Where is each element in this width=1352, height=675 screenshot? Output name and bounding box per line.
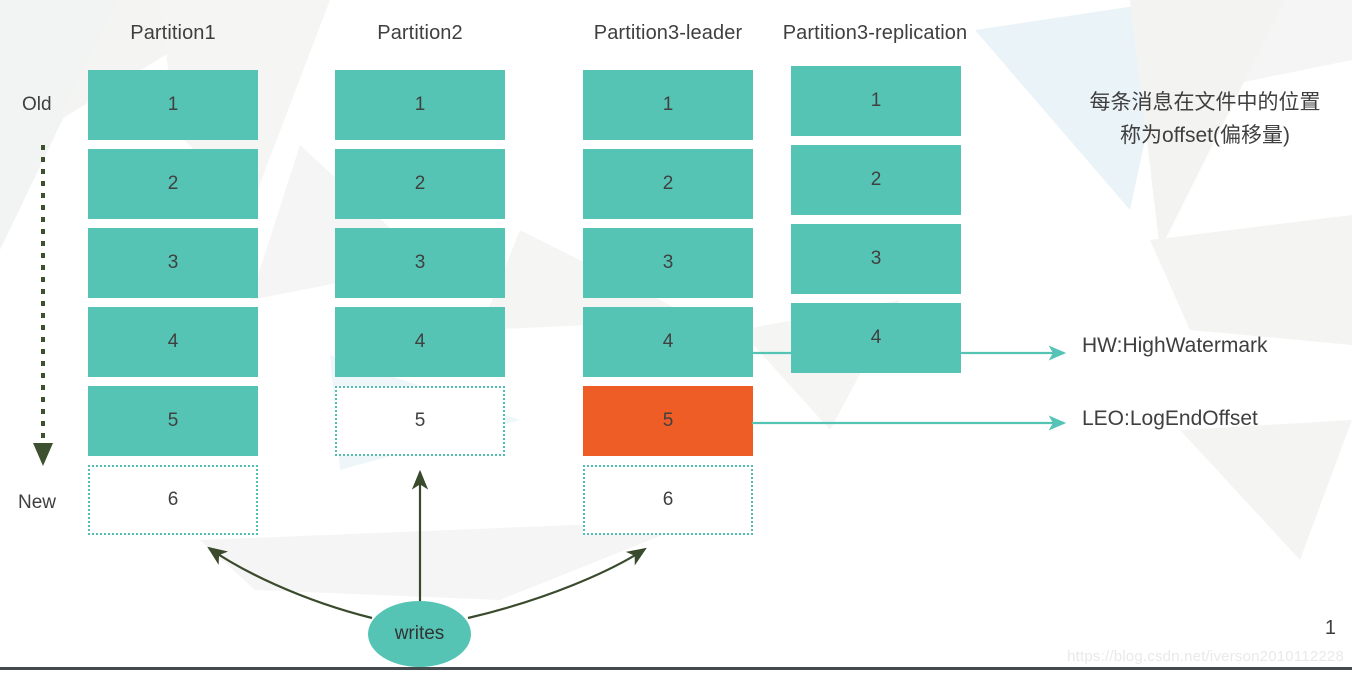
message-box-pending[interactable]: 6 (583, 465, 753, 535)
page-number: 1 (1324, 617, 1336, 639)
message-box[interactable]: 3 (88, 228, 258, 298)
message-box-leo[interactable]: 5 (583, 386, 753, 456)
column-title-partition3-leader: Partition3-leader (593, 22, 743, 44)
offset-note-line2: 称为offset(偏移量) (1120, 124, 1290, 147)
message-box-pending[interactable]: 6 (88, 465, 258, 535)
message-box[interactable]: 2 (583, 149, 753, 219)
message-box[interactable]: 1 (88, 70, 258, 140)
message-box[interactable]: 2 (335, 149, 505, 219)
message-box[interactable]: 1 (335, 70, 505, 140)
message-box[interactable]: 4 (88, 307, 258, 377)
axis-label-old: Old (22, 94, 52, 115)
offset-note-line1: 每条消息在文件中的位置 (1089, 91, 1321, 114)
message-box[interactable]: 4 (583, 307, 753, 377)
message-box[interactable]: 3 (335, 228, 505, 298)
column-title-partition2: Partition2 (377, 22, 463, 44)
message-box[interactable]: 3 (791, 224, 961, 294)
message-box[interactable]: 3 (583, 228, 753, 298)
message-box[interactable]: 1 (791, 66, 961, 136)
message-box[interactable]: 5 (88, 386, 258, 456)
column-title-partition3-replication: Partition3-replication (782, 22, 968, 44)
bottom-divider (0, 667, 1352, 670)
message-box[interactable]: 1 (583, 70, 753, 140)
message-box-pending[interactable]: 5 (335, 386, 505, 456)
annotation-hw: HW:HighWatermark (1082, 334, 1268, 357)
message-box[interactable]: 4 (791, 303, 961, 373)
writes-node-label: writes (394, 623, 445, 644)
column-title-partition1: Partition1 (130, 22, 216, 44)
writes-node[interactable]: writes (368, 601, 471, 667)
message-box[interactable]: 2 (88, 149, 258, 219)
message-box[interactable]: 2 (791, 145, 961, 215)
axis-label-new: New (18, 492, 57, 513)
annotation-leo: LEO:LogEndOffset (1082, 407, 1258, 430)
message-box[interactable]: 4 (335, 307, 505, 377)
diagram-canvas: Old New Partition1 Partition2 Partition3… (0, 0, 1352, 675)
watermark: https://blog.csdn.net/iverson2010112228 (1067, 648, 1344, 665)
